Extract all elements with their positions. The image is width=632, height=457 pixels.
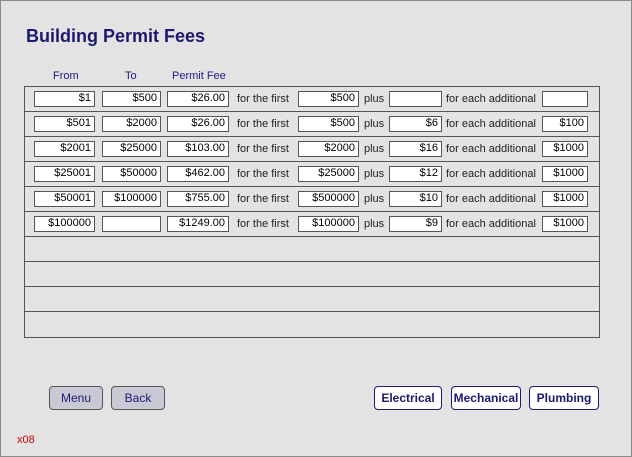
permit-fees-window: Building Permit Fees From To Permit Fee …: [0, 0, 632, 457]
first-amount-field[interactable]: $2000: [298, 141, 359, 157]
permit-fee-field[interactable]: $462.00: [167, 166, 229, 182]
first-amount-field[interactable]: $25000: [298, 166, 359, 182]
plus-amount-field[interactable]: [389, 91, 442, 107]
plus-label: plus: [364, 193, 385, 205]
table-row: $50001 $100000 $755.00 for the first $50…: [25, 187, 599, 212]
column-header-to: To: [125, 70, 137, 82]
for-the-first-label: for the first: [237, 93, 289, 105]
first-amount-field[interactable]: $500: [298, 91, 359, 107]
empty-table-row: [25, 287, 599, 312]
plus-amount-field[interactable]: $12: [389, 166, 442, 182]
from-field[interactable]: $100000: [34, 216, 95, 232]
first-amount-field[interactable]: $100000: [298, 216, 359, 232]
plus-amount-field[interactable]: $6: [389, 116, 442, 132]
page-title: Building Permit Fees: [26, 26, 206, 46]
table-row: $501 $2000 $26.00 for the first $500 plu…: [25, 112, 599, 137]
permit-fee-field[interactable]: $26.00: [167, 91, 229, 107]
from-field[interactable]: $25001: [34, 166, 95, 182]
permit-fee-field[interactable]: $103.00: [167, 141, 229, 157]
permit-fee-field[interactable]: $1249.00: [167, 216, 229, 232]
each-additional-label: for each additional: [446, 193, 536, 205]
each-additional-label: for each additional: [446, 218, 536, 230]
table-row: $100000 $1249.00 for the first $100000 p…: [25, 212, 599, 237]
back-button[interactable]: Back: [111, 386, 165, 410]
each-additional-field[interactable]: $1000: [542, 216, 588, 232]
table-row: $25001 $50000 $462.00 for the first $250…: [25, 162, 599, 187]
each-additional-field[interactable]: $1000: [542, 166, 588, 182]
plus-amount-field[interactable]: $10: [389, 191, 442, 207]
table-row: $2001 $25000 $103.00 for the first $2000…: [25, 137, 599, 162]
table-row: $1 $500 $26.00 for the first $500 plus f…: [25, 87, 599, 112]
each-additional-label: for each additional: [446, 143, 536, 155]
to-field[interactable]: $500: [102, 91, 161, 107]
empty-table-row: [25, 262, 599, 287]
mechanical-button[interactable]: Mechanical: [451, 386, 521, 410]
empty-table-row: [25, 237, 599, 262]
from-field[interactable]: $50001: [34, 191, 95, 207]
first-amount-field[interactable]: $500: [298, 116, 359, 132]
empty-table-row: [25, 312, 599, 337]
to-field[interactable]: $2000: [102, 116, 161, 132]
from-field[interactable]: $2001: [34, 141, 95, 157]
first-amount-field[interactable]: $500000: [298, 191, 359, 207]
for-the-first-label: for the first: [237, 118, 289, 130]
for-the-first-label: for the first: [237, 218, 289, 230]
each-additional-field[interactable]: $100: [542, 116, 588, 132]
plus-label: plus: [364, 143, 385, 155]
each-additional-label: for each additional: [446, 93, 536, 105]
for-the-first-label: for the first: [237, 143, 289, 155]
plus-label: plus: [364, 118, 385, 130]
from-field[interactable]: $501: [34, 116, 95, 132]
plus-label: plus: [364, 93, 385, 105]
column-header-from: From: [53, 70, 79, 82]
to-field[interactable]: $25000: [102, 141, 161, 157]
menu-button[interactable]: Menu: [49, 386, 103, 410]
plumbing-button[interactable]: Plumbing: [529, 386, 599, 410]
plus-label: plus: [364, 168, 385, 180]
to-field[interactable]: [102, 216, 161, 232]
each-additional-field[interactable]: [542, 91, 588, 107]
each-additional-field[interactable]: $1000: [542, 141, 588, 157]
fee-table: $1 $500 $26.00 for the first $500 plus f…: [24, 86, 600, 338]
column-header-permit-fee: Permit Fee: [172, 70, 226, 82]
electrical-button[interactable]: Electrical: [374, 386, 442, 410]
each-additional-label: for each additional: [446, 168, 536, 180]
to-field[interactable]: $50000: [102, 166, 161, 182]
plus-amount-field[interactable]: $16: [389, 141, 442, 157]
each-additional-label: for each additional: [446, 118, 536, 130]
permit-fee-field[interactable]: $26.00: [167, 116, 229, 132]
plus-label: plus: [364, 218, 385, 230]
plus-amount-field[interactable]: $9: [389, 216, 442, 232]
for-the-first-label: for the first: [237, 193, 289, 205]
permit-fee-field[interactable]: $755.00: [167, 191, 229, 207]
for-the-first-label: for the first: [237, 168, 289, 180]
to-field[interactable]: $100000: [102, 191, 161, 207]
from-field[interactable]: $1: [34, 91, 95, 107]
screen-code: x08: [17, 434, 35, 446]
each-additional-field[interactable]: $1000: [542, 191, 588, 207]
